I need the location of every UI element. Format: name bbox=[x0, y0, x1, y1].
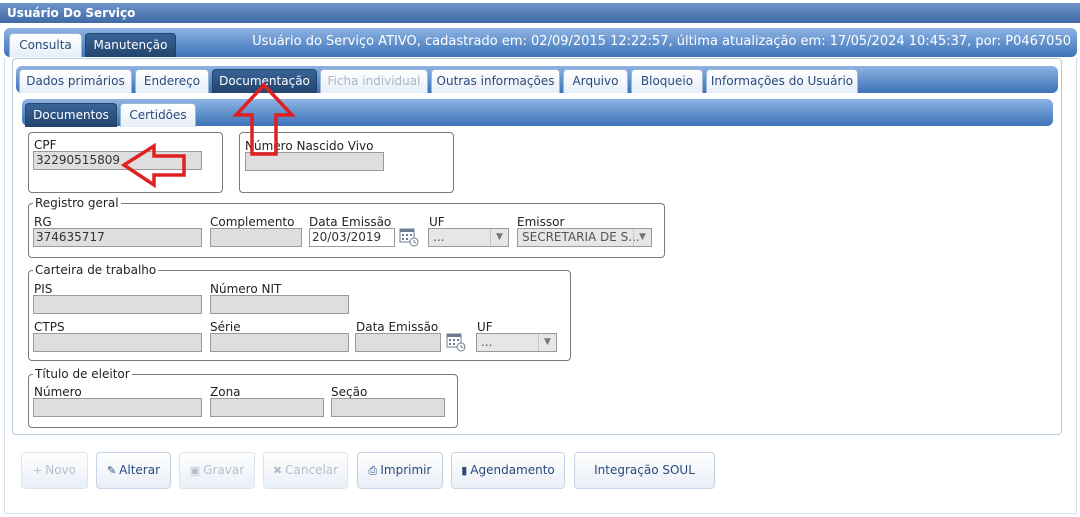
cpf-label: CPF bbox=[34, 138, 57, 152]
annotation-arrow-up-icon bbox=[232, 82, 296, 156]
imprimir-label: Imprimir bbox=[380, 463, 432, 477]
integracao-soul-label: Integração SOUL bbox=[594, 463, 695, 477]
numero-field[interactable] bbox=[33, 398, 202, 417]
complemento-field[interactable] bbox=[210, 228, 302, 247]
status-text: Usuário do Serviço ATIVO, cadastrado em:… bbox=[252, 34, 1071, 49]
tab-ficha-individual: Ficha individual bbox=[320, 69, 428, 93]
ctps-field[interactable] bbox=[33, 333, 202, 352]
integracao-soul-button[interactable]: Integração SOUL bbox=[574, 452, 715, 489]
ctps-uf-label: UF bbox=[477, 320, 493, 334]
close-icon: ✖ bbox=[272, 464, 283, 477]
emissor-label: Emissor bbox=[517, 215, 565, 229]
novo-button[interactable]: + Novo bbox=[21, 452, 88, 489]
secao-field[interactable] bbox=[331, 398, 445, 417]
alterar-label: Alterar bbox=[119, 463, 161, 477]
tab-endereco[interactable]: Endereço bbox=[135, 69, 209, 93]
rg-uf-label: UF bbox=[429, 215, 445, 229]
serie-label: Série bbox=[210, 320, 241, 334]
tab-dados-primarios[interactable]: Dados primários bbox=[19, 69, 132, 93]
emissor-value: SECRETARIA DE S... bbox=[522, 230, 640, 244]
emissor-select[interactable]: SECRETARIA DE S... ▼ bbox=[517, 228, 652, 247]
secao-label: Seção bbox=[331, 385, 368, 399]
save-icon: ▣ bbox=[189, 464, 201, 477]
carteira-trabalho-legend: Carteira de trabalho bbox=[35, 263, 157, 277]
novo-label: Novo bbox=[45, 463, 76, 477]
registro-geral-legend: Registro geral bbox=[35, 196, 119, 210]
titulo-eleitor-legend: Título de eleitor bbox=[35, 367, 130, 381]
ctps-data-emissao-field[interactable] bbox=[355, 333, 441, 352]
tab-informacoes-usuario[interactable]: Informações do Usuário bbox=[706, 69, 858, 93]
rg-data-emissao-label: Data Emissão bbox=[309, 215, 392, 229]
chevron-down-icon: ▼ bbox=[633, 229, 651, 246]
calendar-book-icon: ▮ bbox=[461, 464, 468, 477]
rg-uf-value: ... bbox=[433, 230, 445, 244]
pis-field[interactable] bbox=[33, 295, 202, 314]
chevron-down-icon: ▼ bbox=[490, 229, 508, 246]
calendar-icon[interactable] bbox=[446, 332, 466, 352]
cancelar-button[interactable]: ✖ Cancelar bbox=[263, 452, 348, 489]
tab-documentos[interactable]: Documentos bbox=[25, 103, 117, 127]
numero-label: Número bbox=[34, 385, 82, 399]
calendar-icon[interactable] bbox=[399, 227, 419, 247]
pencil-icon: ✎ bbox=[106, 464, 117, 477]
ctps-uf-value: ... bbox=[481, 335, 493, 349]
chevron-down-icon: ▼ bbox=[538, 334, 556, 351]
nit-label: Número NIT bbox=[210, 282, 282, 296]
rg-data-emissao-field[interactable]: 20/03/2019 bbox=[309, 228, 395, 247]
agendamento-label: Agendamento bbox=[470, 463, 555, 477]
plus-icon: + bbox=[33, 464, 43, 477]
section-tabbar: Dados primários Endereço Documentação Fi… bbox=[16, 66, 1058, 93]
nit-field[interactable] bbox=[210, 295, 349, 314]
ctps-data-emissao-label: Data Emissão bbox=[356, 320, 439, 334]
complemento-label: Complemento bbox=[210, 215, 295, 229]
zona-label: Zona bbox=[210, 385, 241, 399]
rg-uf-select[interactable]: ... ▼ bbox=[428, 228, 509, 247]
ctps-uf-select[interactable]: ... ▼ bbox=[476, 333, 557, 352]
tab-arquivo[interactable]: Arquivo bbox=[563, 69, 628, 93]
pis-label: PIS bbox=[34, 282, 53, 296]
alterar-button[interactable]: ✎ Alterar bbox=[96, 452, 171, 489]
zona-field[interactable] bbox=[210, 398, 324, 417]
window-title: Usuário Do Serviço bbox=[0, 3, 1080, 23]
serie-field[interactable] bbox=[210, 333, 349, 352]
tab-bloqueio[interactable]: Bloqueio bbox=[631, 69, 703, 93]
tab-consulta[interactable]: Consulta bbox=[9, 33, 82, 57]
rg-field[interactable]: 374635717 bbox=[33, 228, 202, 247]
printer-icon: ⎙ bbox=[368, 464, 378, 477]
top-tabbar: Consulta Manutenção Usuário do Serviço A… bbox=[4, 28, 1077, 57]
ctps-label: CTPS bbox=[34, 320, 65, 334]
tab-manutencao[interactable]: Manutenção bbox=[85, 33, 176, 57]
doc-tabbar: Documentos Certidões bbox=[22, 99, 1053, 127]
rg-label: RG bbox=[34, 215, 52, 229]
cancelar-label: Cancelar bbox=[285, 463, 339, 477]
tab-certidoes[interactable]: Certidões bbox=[120, 103, 196, 127]
annotation-arrow-left-icon bbox=[120, 143, 186, 189]
gravar-button[interactable]: ▣ Gravar bbox=[179, 452, 255, 489]
imprimir-button[interactable]: ⎙ Imprimir bbox=[357, 452, 443, 489]
gravar-label: Gravar bbox=[203, 463, 245, 477]
tab-outras-informacoes[interactable]: Outras informações bbox=[431, 69, 560, 93]
agendamento-button[interactable]: ▮ Agendamento bbox=[451, 452, 565, 489]
